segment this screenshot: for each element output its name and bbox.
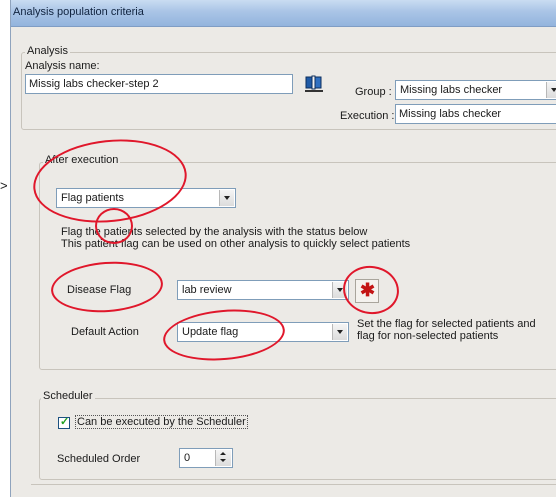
execution-label: Execution : [340, 110, 395, 122]
group-value: Missing labs checker [400, 84, 503, 96]
disease-flag-value: lab review [182, 284, 232, 296]
analysis-lookup-button[interactable] [303, 72, 325, 94]
group-select[interactable]: Missing labs checker [395, 80, 556, 100]
dialog-window: Analysis population criteria Analysis An… [10, 0, 556, 497]
annotation-circle-flag-patients-text [95, 208, 133, 244]
default-action-label: Default Action [71, 326, 139, 338]
analysis-name-input[interactable]: Missig labs checker-step 2 [25, 74, 293, 94]
analysis-legend: Analysis [25, 45, 70, 57]
chevron-down-icon[interactable] [332, 324, 347, 340]
scheduled-order-spinner[interactable]: 0 [179, 448, 233, 468]
title-bar: Analysis population criteria [11, 0, 556, 27]
analysis-name-label: Analysis name: [25, 60, 100, 72]
scheduler-checkbox-label[interactable]: Can be executed by the Scheduler [75, 415, 248, 429]
window-title: Analysis population criteria [13, 6, 144, 18]
execution-value: Missing labs checker [399, 108, 502, 120]
chevron-down-icon[interactable] [219, 190, 234, 206]
default-action-hint-line2: flag for non-selected patients [357, 330, 499, 342]
scheduler-group [39, 398, 556, 480]
spinner-arrows-icon[interactable] [215, 450, 231, 466]
scheduled-order-value: 0 [184, 452, 191, 464]
bottom-divider [31, 484, 556, 485]
scheduler-checkbox[interactable]: ✓ [58, 416, 70, 429]
default-action-hint-line1: Set the flag for selected patients and [357, 318, 536, 330]
execution-input[interactable]: Missing labs checker [395, 104, 556, 124]
checkmark-icon: ✓ [60, 416, 70, 428]
chevron-down-icon[interactable] [546, 82, 556, 98]
analysis-name-value: Missig labs checker-step 2 [29, 78, 159, 90]
group-label: Group : [355, 86, 392, 98]
scheduled-order-label: Scheduled Order [57, 453, 141, 465]
book-lookup-icon [305, 75, 323, 92]
scheduler-legend: Scheduler [41, 390, 95, 402]
pointer-glyph: > [0, 178, 8, 193]
disease-flag-select[interactable]: lab review [177, 280, 349, 300]
